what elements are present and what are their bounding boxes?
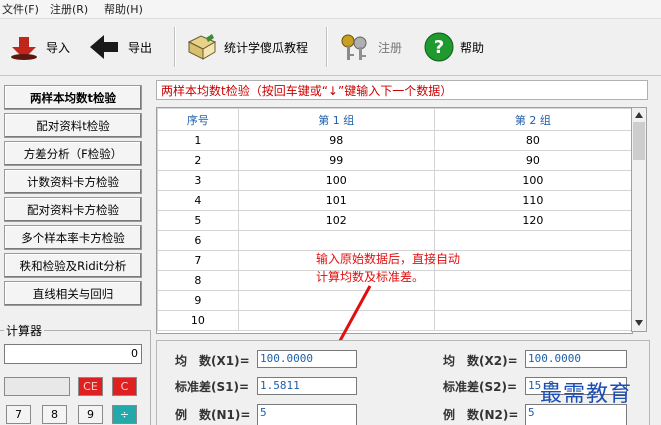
import-icon (11, 37, 37, 60)
cell-group2[interactable]: 90 (433, 150, 632, 171)
sd2-label: 标准差(S2)= (443, 380, 518, 394)
n2-label: 例 数(N2)= (443, 408, 519, 422)
calculator-key-divide[interactable]: ÷ (112, 405, 137, 424)
row-index: 5 (157, 210, 239, 231)
sd1-label: 标准差(S1)= (175, 380, 250, 394)
register-label: 注册 (378, 40, 403, 55)
cell-group2[interactable]: 120 (433, 210, 632, 231)
mean1-field[interactable]: 100.0000 (257, 350, 357, 368)
export-label: 导出 (128, 40, 153, 55)
calculator-display: 0 (4, 344, 142, 364)
mean1-label: 均 数(X1)= (175, 354, 250, 368)
row-index: 10 (157, 310, 239, 331)
help-question-icon: ? (424, 32, 454, 62)
import-label: 导入 (46, 40, 71, 55)
import-button[interactable]: 导入 (8, 19, 70, 75)
sidebar-item-two-sample-t-test[interactable]: 两样本均数t检验 (4, 85, 142, 110)
menu-register[interactable]: 注册(R) (50, 1, 88, 17)
cell-group2[interactable] (433, 290, 632, 311)
row-index: 6 (157, 230, 239, 251)
row-index: 9 (157, 290, 239, 311)
scrollbar-thumb[interactable] (633, 122, 645, 160)
calculator-ce-button[interactable]: CE (78, 377, 103, 396)
keys-icon (341, 34, 367, 60)
row-index: 8 (157, 270, 239, 291)
calculator-c-button[interactable]: C (112, 377, 137, 396)
column-header-group1: 第 1 组 (237, 108, 435, 131)
cell-group2[interactable] (433, 310, 632, 331)
cell-group1[interactable]: 100 (237, 170, 435, 191)
sd1-field[interactable]: 1.5811 (257, 377, 357, 395)
export-button[interactable]: 导出 (88, 19, 152, 75)
menu-file[interactable]: 文件(F) (2, 1, 39, 17)
column-header-index: 序号 (157, 108, 239, 131)
table-row: 4 101 110 (157, 190, 632, 211)
table-row: 1 98 80 (157, 130, 632, 151)
sidebar-item-chi-square-count[interactable]: 计数资料卡方检验 (4, 169, 142, 194)
mean2-label: 均 数(X2)= (443, 354, 518, 368)
cell-group1[interactable]: 101 (237, 190, 435, 211)
watermark-text: 最需教育 (540, 382, 633, 407)
annotation-note: 输入原始数据后，直接自动 计算均数及标准差。 (316, 250, 516, 286)
n1-label: 例 数(N1)= (175, 408, 251, 422)
row-index: 3 (157, 170, 239, 191)
table-row: 3 100 100 (157, 170, 632, 191)
sidebar-item-rank-sum-ridit[interactable]: 秩和检验及Ridit分析 (4, 253, 142, 278)
n1-field[interactable]: 5 (257, 404, 357, 425)
tutorial-label: 统计学傻瓜教程 (224, 40, 309, 55)
mean2-field[interactable]: 100.0000 (525, 350, 627, 368)
row-index: 7 (157, 250, 239, 271)
table-row: 6 (157, 230, 632, 251)
scroll-down-arrow-icon[interactable] (635, 320, 643, 326)
calculator-key-8[interactable]: 8 (42, 405, 67, 424)
page-title: 两样本均数t检验（按回车键或“↓”键输入下一个数据） (156, 80, 648, 100)
calculator-memory (4, 377, 70, 396)
sidebar-item-correlation-regression[interactable]: 直线相关与回归 (4, 281, 142, 306)
sidebar-item-paired-t-test[interactable]: 配对资料t检验 (4, 113, 142, 138)
toolbar: 导入 导出 统计学傻瓜教程 注册 ? 帮助 (0, 19, 661, 76)
cell-group1[interactable] (237, 230, 435, 251)
calculator-key-9[interactable]: 9 (78, 405, 103, 424)
cell-group2[interactable]: 110 (433, 190, 632, 211)
row-index: 2 (157, 150, 239, 171)
calculator-panel: 计算器 0 CE C 7 8 9 ÷ (0, 322, 151, 425)
svg-text:?: ? (434, 37, 444, 58)
column-header-group2: 第 2 组 (433, 108, 632, 131)
sidebar-item-chi-square-paired[interactable]: 配对资料卡方检验 (4, 197, 142, 222)
cell-group1[interactable]: 102 (237, 210, 435, 231)
grid-scrollbar[interactable] (631, 107, 647, 332)
annotation-line: 输入原始数据后，直接自动 (316, 252, 461, 266)
tutorial-button[interactable]: 统计学傻瓜教程 (186, 19, 308, 75)
export-icon (90, 35, 118, 59)
menu-bar: 文件(F) 注册(R) 帮助(H) (0, 0, 661, 19)
table-row: 9 (157, 290, 632, 311)
data-grid[interactable]: 序号 第 1 组 第 2 组 1 98 80 2 99 90 3 100 100 4 101 1… (156, 107, 633, 334)
table-row: 2 99 90 (157, 150, 632, 171)
tutorial-book-icon (187, 34, 217, 60)
row-index: 1 (157, 130, 239, 151)
toolbar-separator (326, 27, 328, 67)
sidebar-item-anova[interactable]: 方差分析（F检验） (4, 141, 142, 166)
row-index: 4 (157, 190, 239, 211)
sidebar-item-multi-rate-chi-square[interactable]: 多个样本率卡方检验 (4, 225, 142, 250)
table-row: 5 102 120 (157, 210, 632, 231)
calculator-key-7[interactable]: 7 (6, 405, 31, 424)
cell-group2[interactable] (433, 230, 632, 251)
register-button[interactable]: 注册 (338, 19, 402, 75)
help-button[interactable]: ? 帮助 (424, 19, 484, 75)
cell-group2[interactable]: 100 (433, 170, 632, 191)
table-row: 10 (157, 310, 632, 331)
cell-group1[interactable]: 98 (237, 130, 435, 151)
calculator-title: 计算器 (4, 322, 45, 339)
scroll-up-arrow-icon[interactable] (635, 112, 643, 118)
cell-group2[interactable]: 80 (433, 130, 632, 151)
menu-help[interactable]: 帮助(H) (104, 1, 143, 17)
cell-group1[interactable]: 99 (237, 150, 435, 171)
help-label: 帮助 (460, 40, 485, 55)
toolbar-separator (174, 27, 176, 67)
